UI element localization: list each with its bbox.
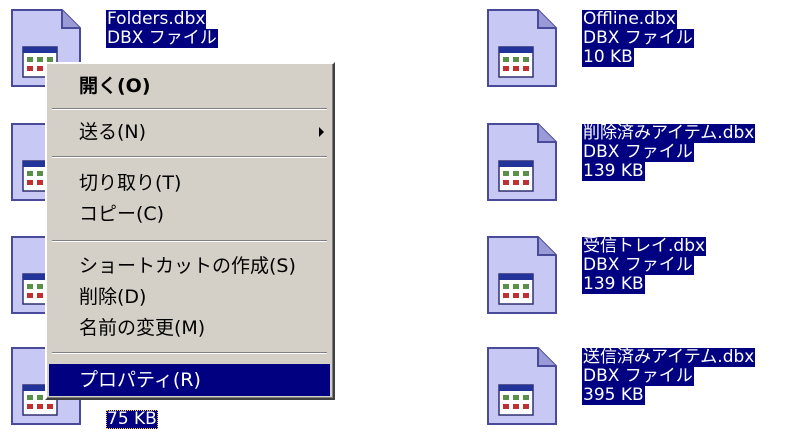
dbx-file-icon[interactable] (486, 8, 558, 88)
dbx-file-icon[interactable] (486, 122, 558, 202)
file-label[interactable]: Folders.dbx DBX ファイル (106, 10, 218, 48)
file-label[interactable]: 75 KB (106, 410, 158, 429)
file-size: 395 KB (582, 385, 645, 405)
menu-item-label: 送る(N) (79, 121, 147, 143)
menu-item-properties[interactable]: プロパティ(R) (49, 364, 330, 396)
file-size: 75 KB (106, 409, 158, 429)
file-name[interactable]: 削除済みアイテム.dbx (582, 124, 756, 143)
file-label[interactable]: Offline.dbx DBX ファイル 10 KB (582, 10, 694, 67)
file-type: DBX ファイル (582, 255, 694, 275)
file-label[interactable]: 送信済みアイテム.dbx DBX ファイル 395 KB (582, 348, 756, 405)
file-size: 139 KB (582, 274, 645, 294)
menu-item-create-shortcut[interactable]: ショートカットの作成(S) (49, 250, 330, 282)
file-name[interactable]: 受信トレイ.dbx (582, 237, 707, 256)
menu-separator (52, 108, 327, 110)
dbx-file-icon[interactable] (486, 235, 558, 315)
dbx-file-icon[interactable] (486, 346, 558, 426)
file-label[interactable]: 削除済みアイテム.dbx DBX ファイル 139 KB (582, 124, 756, 181)
menu-separator (52, 240, 327, 242)
file-size: 139 KB (582, 161, 645, 181)
file-type: DBX ファイル (582, 28, 694, 48)
submenu-arrow-icon (319, 127, 324, 137)
menu-item-copy[interactable]: コピー(C) (49, 198, 330, 230)
context-menu: 開く(O) 送る(N) 切り取り(T) コピー(C) ショートカットの作成(S)… (45, 62, 335, 400)
file-type: DBX ファイル (106, 28, 218, 48)
file-name[interactable]: Folders.dbx (106, 10, 207, 29)
menu-separator (52, 156, 327, 158)
menu-item-open[interactable]: 開く(O) (49, 70, 330, 102)
menu-item-delete[interactable]: 削除(D) (49, 281, 330, 313)
file-size: 10 KB (582, 47, 634, 67)
menu-separator (52, 352, 327, 354)
file-type: DBX ファイル (582, 142, 694, 162)
menu-item-rename[interactable]: 名前の変更(M) (49, 312, 330, 344)
file-name[interactable]: Offline.dbx (582, 10, 677, 29)
file-type: DBX ファイル (582, 366, 694, 386)
menu-item-send-to[interactable]: 送る(N) (49, 116, 330, 148)
menu-item-cut[interactable]: 切り取り(T) (49, 167, 330, 199)
file-label[interactable]: 受信トレイ.dbx DBX ファイル 139 KB (582, 237, 707, 294)
file-name[interactable]: 送信済みアイテム.dbx (582, 348, 756, 367)
